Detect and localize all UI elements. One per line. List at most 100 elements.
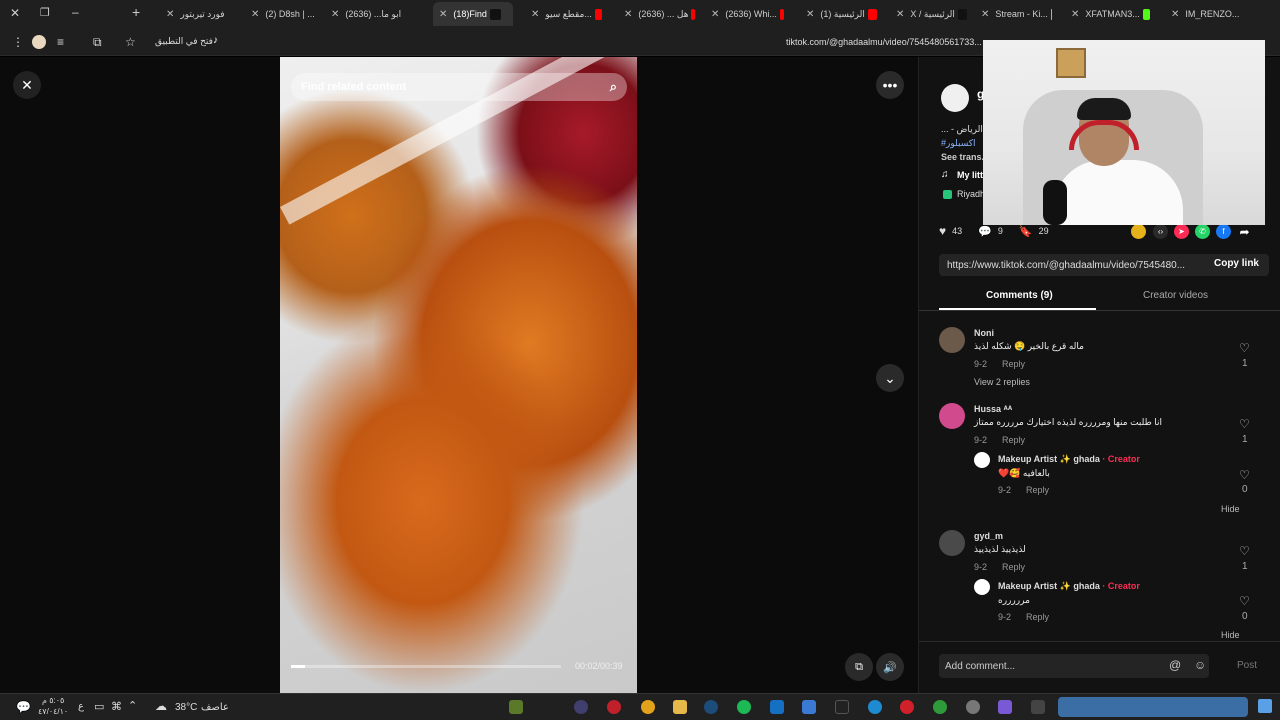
search-icon[interactable]: ⌕	[610, 79, 617, 95]
browser-tab[interactable]: ✕ فورد تيربتور	[160, 2, 230, 26]
video-link-text[interactable]: https://www.tiktok.com/@ghadaalmu/video/…	[947, 260, 1185, 271]
find-related-search[interactable]: Find related content ⌕	[291, 73, 627, 101]
facebook-icon[interactable]: f	[1216, 224, 1231, 239]
tab-close-icon[interactable]: ✕	[896, 9, 904, 20]
app-icon-outlook[interactable]	[770, 700, 784, 714]
browser-tab[interactable]: ✕ مقطع سيو...	[525, 2, 605, 26]
app-icon-obs[interactable]	[574, 700, 588, 714]
comment-author[interactable]: Noni	[974, 328, 994, 338]
browser-tab[interactable]: ✕ XFATMAN3...	[1065, 2, 1153, 26]
app-icon-chrome[interactable]	[641, 700, 655, 714]
tab-close-icon[interactable]: ✕	[331, 9, 339, 20]
close-window-icon[interactable]: ✕	[10, 6, 20, 20]
browser-tab[interactable]: ✕ (2) D8sh | ...	[245, 2, 317, 26]
app-icon-terminal[interactable]	[835, 700, 849, 714]
browser-tab[interactable]: ✕ IM_RENZO...	[1165, 2, 1245, 26]
tab-close-icon[interactable]: ✕	[1071, 9, 1079, 20]
avatar[interactable]	[939, 530, 965, 556]
app-icon-recorder[interactable]	[607, 700, 621, 714]
restore-window-icon[interactable]: ❐	[40, 6, 50, 19]
avatar[interactable]	[974, 579, 990, 595]
start-button[interactable]	[1258, 699, 1272, 713]
app-icon-minecraft[interactable]	[509, 700, 523, 714]
new-tab-icon[interactable]: +	[132, 4, 140, 20]
comment-author[interactable]: gyd_m	[974, 531, 1003, 541]
app-icon-spotify[interactable]	[737, 700, 751, 714]
view-replies-button[interactable]: View 2 replies	[974, 377, 1030, 387]
browser-tab[interactable]: ✕ X / الرئيسية	[890, 2, 970, 26]
comment-icon[interactable]: 💬	[978, 225, 992, 238]
avatar[interactable]	[939, 327, 965, 353]
hashtag-link[interactable]: #اكسبلور	[941, 138, 976, 149]
creator-avatar[interactable]	[941, 84, 969, 112]
open-in-app-button[interactable]: فتح في التطبيق	[155, 36, 213, 47]
avatar[interactable]	[939, 403, 965, 429]
app-icon-xbox[interactable]	[933, 700, 947, 714]
taskbar-search-box[interactable]	[1058, 697, 1248, 717]
url-text[interactable]: tiktok.com/@ghadaalmu/video/754548056173…	[786, 37, 982, 47]
profile-icon[interactable]	[32, 35, 46, 49]
weather-temp[interactable]: 38°C	[175, 702, 197, 713]
whatsapp-icon[interactable]: ✆	[1195, 224, 1210, 239]
share-arrow-icon[interactable]: ➦	[1237, 224, 1252, 239]
tab-close-icon[interactable]: ✕	[251, 9, 259, 20]
reply-button[interactable]: Reply	[1026, 612, 1049, 622]
browser-tab[interactable]: ✕ (1) الرئيسية	[800, 2, 880, 26]
comment-author[interactable]: Hussa ᴬᴬ	[974, 404, 1012, 414]
comment-like-icon[interactable]: ♡	[1239, 417, 1250, 431]
browser-tab[interactable]: ✕ (2636) Whi...	[705, 2, 787, 26]
app-icon-edge[interactable]	[868, 700, 882, 714]
close-video-button[interactable]: ✕	[13, 71, 41, 99]
app-icon-opera[interactable]	[900, 700, 914, 714]
pip-button[interactable]: ⧉	[845, 653, 873, 681]
share-tiktok-icon[interactable]: ➤	[1174, 224, 1189, 239]
share-coin-icon[interactable]	[1131, 224, 1146, 239]
bookmark-star-icon[interactable]: ☆	[125, 34, 136, 50]
comment-author[interactable]: Makeup Artist ✨ ghada · Creator	[998, 454, 1140, 465]
reply-button[interactable]: Reply	[1002, 435, 1025, 445]
hide-replies-button[interactable]: Hide	[1221, 504, 1240, 514]
browser-tab[interactable]: ✕ (18)Find	[433, 2, 513, 26]
reply-button[interactable]: Reply	[1026, 485, 1049, 495]
like-icon[interactable]: ♥	[939, 224, 946, 238]
next-video-button[interactable]: ⌄	[876, 364, 904, 392]
browser-tab[interactable]: ✕ هل ... (2636)	[618, 2, 698, 26]
app-icon-store[interactable]	[802, 700, 816, 714]
app-icon-steam[interactable]	[704, 700, 718, 714]
see-translation-link[interactable]: See trans...	[941, 152, 989, 162]
minimize-window-icon[interactable]: –	[72, 5, 79, 19]
app-icon-copilot[interactable]	[998, 700, 1012, 714]
mention-icon[interactable]: @	[1169, 658, 1181, 672]
reply-button[interactable]: Reply	[1002, 562, 1025, 572]
tab-close-icon[interactable]: ✕	[1171, 9, 1179, 20]
post-button[interactable]: Post	[1237, 660, 1257, 671]
network-icon[interactable]: ⌘	[111, 700, 122, 713]
browser-tab[interactable]: ✕ ابو ما... (2636)	[325, 2, 405, 26]
app-icon-file-explorer[interactable]	[673, 700, 687, 714]
embed-icon[interactable]: ‹›	[1153, 224, 1168, 239]
location-name[interactable]: Riyadh	[957, 189, 985, 199]
tab-close-icon[interactable]: ✕	[624, 9, 632, 20]
emoji-icon[interactable]: ☺	[1194, 658, 1206, 672]
tab-close-icon[interactable]: ✕	[166, 9, 174, 20]
tab-close-icon[interactable]: ✕	[439, 9, 447, 20]
app-icon-task-view[interactable]	[1031, 700, 1045, 714]
tab-close-icon[interactable]: ✕	[531, 9, 539, 20]
tab-close-icon[interactable]: ✕	[806, 9, 814, 20]
app-icon-settings[interactable]	[966, 700, 980, 714]
save-icon[interactable]: 🔖	[1019, 225, 1033, 238]
display-icon[interactable]: ▭	[94, 700, 104, 713]
menu-dots-icon[interactable]: ⋮	[12, 34, 24, 50]
tab-comments[interactable]: Comments (9)	[986, 290, 1053, 301]
volume-button[interactable]: 🔊	[876, 653, 904, 681]
copy-link-button[interactable]: Copy link	[1214, 258, 1259, 269]
creator-name[interactable]: Makeup Artist ✨ ghada	[998, 581, 1100, 591]
more-options-button[interactable]: •••	[876, 71, 904, 99]
show-hidden-icons[interactable]: ⌃	[128, 699, 137, 712]
comment-like-icon[interactable]: ♡	[1239, 468, 1250, 482]
tab-close-icon[interactable]: ✕	[711, 9, 719, 20]
keyboard-language[interactable]: ع	[78, 701, 84, 712]
comment-author[interactable]: Makeup Artist ✨ ghada · Creator	[998, 581, 1140, 592]
comment-like-icon[interactable]: ♡	[1239, 544, 1250, 558]
avatar[interactable]	[974, 452, 990, 468]
